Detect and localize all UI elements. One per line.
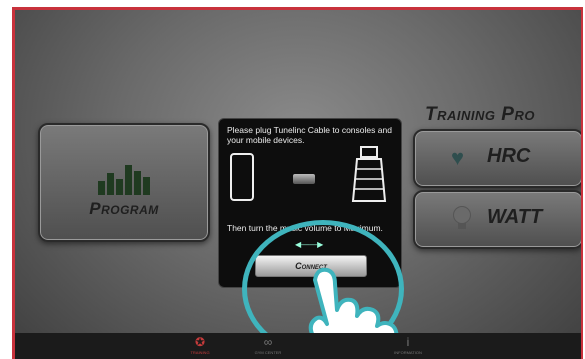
nav-gym-center[interactable]: ∞ GYM CENTER bbox=[243, 335, 293, 355]
program-bars-icon bbox=[98, 161, 158, 195]
bulb-icon bbox=[453, 206, 471, 229]
console-icon bbox=[351, 146, 387, 202]
app-screen: Program Training Pro ♥ HRC WATT Please p… bbox=[12, 7, 583, 359]
hrc-label: HRC bbox=[487, 145, 531, 167]
info-icon: i bbox=[406, 335, 410, 349]
phone-icon bbox=[230, 153, 254, 201]
rings-icon: ∞ bbox=[263, 335, 273, 349]
nav-training[interactable]: ✪ TRAINING bbox=[180, 335, 220, 355]
nav-information-label: INFORMATION bbox=[394, 350, 422, 355]
dialog-instruction: Please plug Tunelinc Cable to consoles a… bbox=[227, 125, 392, 145]
watt-button[interactable]: WATT bbox=[413, 190, 581, 249]
watt-label: WATT bbox=[487, 206, 543, 228]
bottom-navigation: ✪ TRAINING ∞ GYM CENTER i INFORMATION bbox=[15, 333, 581, 359]
nav-gym-center-label: GYM CENTER bbox=[254, 350, 282, 355]
program-label: Program bbox=[89, 199, 159, 218]
heart-icon: ♥ bbox=[451, 145, 465, 170]
program-tile[interactable]: Program bbox=[38, 123, 210, 242]
training-pro-title: Training Pro bbox=[425, 104, 535, 125]
runner-icon: ✪ bbox=[194, 335, 206, 349]
hrc-button[interactable]: ♥ HRC bbox=[413, 129, 581, 188]
cable-icon bbox=[293, 174, 315, 184]
nav-information[interactable]: i INFORMATION bbox=[383, 335, 433, 355]
nav-training-label: TRAINING bbox=[190, 350, 210, 355]
